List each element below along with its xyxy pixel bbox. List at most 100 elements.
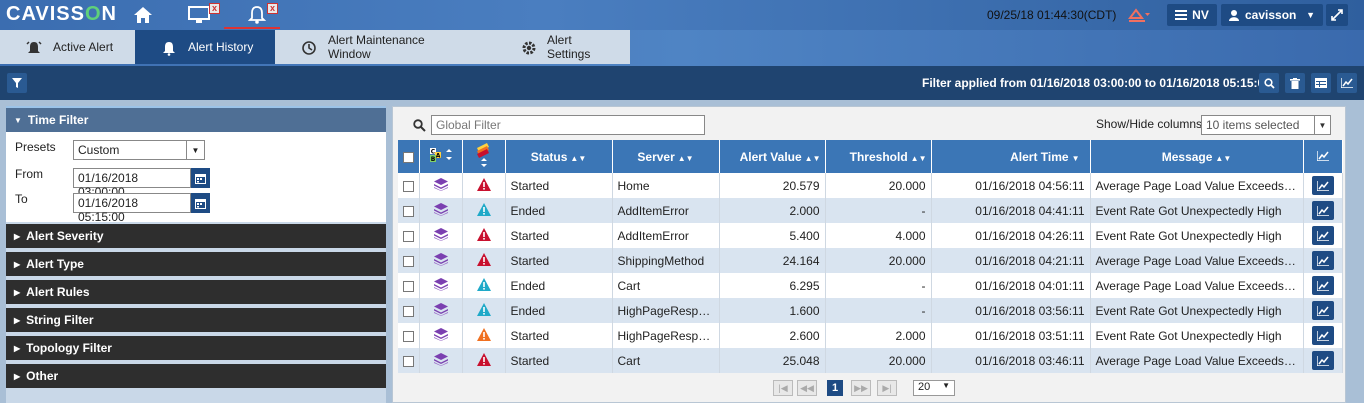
table-row[interactable]: EndedHighPageResponseTime1.600-01/16/201… [398,298,1343,323]
layers-cell [419,173,463,198]
select-all-checkbox[interactable] [402,151,414,163]
severity-stack-icon [476,143,489,167]
alert-value-header[interactable]: Alert Value ▲▼ [719,140,826,173]
prev-page-button[interactable]: ◀◀ [797,380,817,396]
row-checkbox[interactable] [402,330,414,342]
chart-view-button[interactable] [1337,73,1357,93]
search-button[interactable] [1259,73,1279,93]
table-row[interactable]: Started Home 20.579 20.000 01/16/2018 04:56:… [398,173,1343,198]
message-cell: Average Page Load Value Exceeds the thre… [1090,348,1304,373]
table-view-button[interactable] [1311,73,1331,93]
row-checkbox[interactable] [402,180,414,192]
alert-value-cell: 1.600 [719,298,826,323]
threshold-cell: 4.000 [825,223,932,248]
fullscreen-button[interactable] [1326,4,1348,26]
row-checkbox[interactable] [402,230,414,242]
status-cell: Ended [505,198,613,223]
tab-alert-history[interactable]: Alert History [135,30,275,64]
status-header[interactable]: Status ▲▼ [505,140,613,173]
server-header[interactable]: Server ▲▼ [612,140,720,173]
last-page-button[interactable]: ▶| [877,380,897,396]
layers-cell [419,223,463,248]
theme-icon[interactable] [1126,3,1152,27]
message-header[interactable]: Message ▲▼ [1090,140,1304,173]
row-checkbox[interactable] [402,255,414,267]
warning-icon [476,252,491,266]
status-cell: Ended [505,273,613,298]
first-page-button[interactable]: |◀ [773,380,793,396]
trend-chart-button[interactable] [1311,326,1334,345]
global-filter-input[interactable]: Global Filter [431,115,705,135]
trend-chart-button[interactable] [1311,276,1334,295]
alert-time-cell: 01/16/2018 04:26:11 [931,223,1091,248]
alert-history-grid: Global Filter Show/Hide columns 10 items… [392,106,1346,403]
accordion-string-filter[interactable]: ▶ String Filter [6,308,386,332]
accordion-other[interactable]: ▶ Other [6,364,386,388]
severity-header[interactable] [462,140,506,173]
user-icon [1229,9,1239,21]
tab-alert-settings[interactable]: Alert Settings [485,30,630,64]
trend-chart-button[interactable] [1311,301,1334,320]
threshold-cell: - [825,198,932,223]
table-row[interactable]: Started ShippingMethod 24.164 20.000 01/16/2… [398,248,1343,273]
accordion-topology-filter[interactable]: ▶ Topology Filter [6,336,386,360]
time-filter-header[interactable]: ▼ Time Filter [6,106,386,132]
table-row[interactable]: Started Cart 25.048 20.000 01/16/2018 03:46:… [398,348,1343,373]
table-row[interactable]: Started AddItemError 5.400 4.000 01/16/2018 … [398,223,1343,248]
current-page[interactable]: 1 [827,380,843,396]
filter-button[interactable] [7,73,27,93]
user-menu-button[interactable]: cavisson ▼ [1221,4,1323,26]
calendar-icon[interactable] [191,168,210,188]
trend-cell [1303,173,1343,198]
alert-time-header[interactable]: Alert Time ▼ [931,140,1091,173]
bell-icon[interactable]: x [244,3,278,27]
row-checkbox[interactable] [402,355,414,367]
layers-icon [433,202,448,216]
next-page-button[interactable]: ▶▶ [851,380,871,396]
trend-chart-button[interactable] [1311,201,1334,220]
accordion-alert-type[interactable]: ▶ Alert Type [6,252,386,276]
trend-cell [1303,348,1343,373]
row-checkbox[interactable] [402,305,414,317]
server-cell: HighPageResponseTime [612,298,720,323]
tab-alert-maintenance-window[interactable]: Alert Maintenance Window [275,30,485,64]
accordion-alert-rules[interactable]: ▶ Alert Rules [6,280,386,304]
accordion-alert-severity[interactable]: ▶ Alert Severity [6,224,386,248]
trend-cell [1303,248,1343,273]
nv-button[interactable]: NV [1167,4,1217,26]
warning-icon [476,227,491,241]
monitor-icon[interactable]: x [186,3,220,27]
layers-cell [419,323,463,348]
search-icon [1263,77,1275,89]
trend-chart-button[interactable] [1311,176,1334,195]
row-checkbox[interactable] [402,205,414,217]
table-row[interactable]: Ended AddItemError 2.000-01/16/2018 04:41:… [398,198,1343,223]
close-icon[interactable]: x [267,3,278,14]
tab-active-alert[interactable]: Active Alert [0,30,135,64]
to-label: To [15,192,28,206]
home-icon[interactable] [130,3,156,27]
trend-chart-button[interactable] [1311,351,1334,370]
trend-cell [1303,223,1343,248]
trend-chart-button[interactable] [1311,251,1334,270]
alert-type-header[interactable]: CAB [419,140,463,173]
row-checkbox[interactable] [402,280,414,292]
threshold-header[interactable]: Threshold ▲▼ [825,140,932,173]
to-date-input[interactable]: 01/16/2018 05:15:00 [73,193,191,224]
close-icon[interactable]: x [209,3,220,14]
layers-cell [419,248,463,273]
bell-icon [163,42,175,56]
table-row[interactable]: Ended Cart 6.295-01/16/2018 04:01:11 Averag… [398,273,1343,298]
delete-button[interactable] [1285,73,1305,93]
page-size-select[interactable]: 20 ▼ [913,380,955,396]
layers-cell [419,298,463,323]
trend-chart-button[interactable] [1311,226,1334,245]
table-row[interactable]: StartedHighPageResponseTime2.6002.00001/… [398,323,1343,348]
caret-right-icon: ▶ [14,231,21,241]
from-date-input[interactable]: 01/16/2018 03:00:00 [73,168,191,199]
alert-value-cell: 2.600 [719,323,826,348]
columns-multiselect[interactable]: 10 items selected ▼ [1201,115,1331,135]
presets-select[interactable]: Custom ▼ [73,140,205,160]
chevron-down-icon: ▼ [186,141,204,159]
calendar-icon[interactable] [191,193,210,213]
